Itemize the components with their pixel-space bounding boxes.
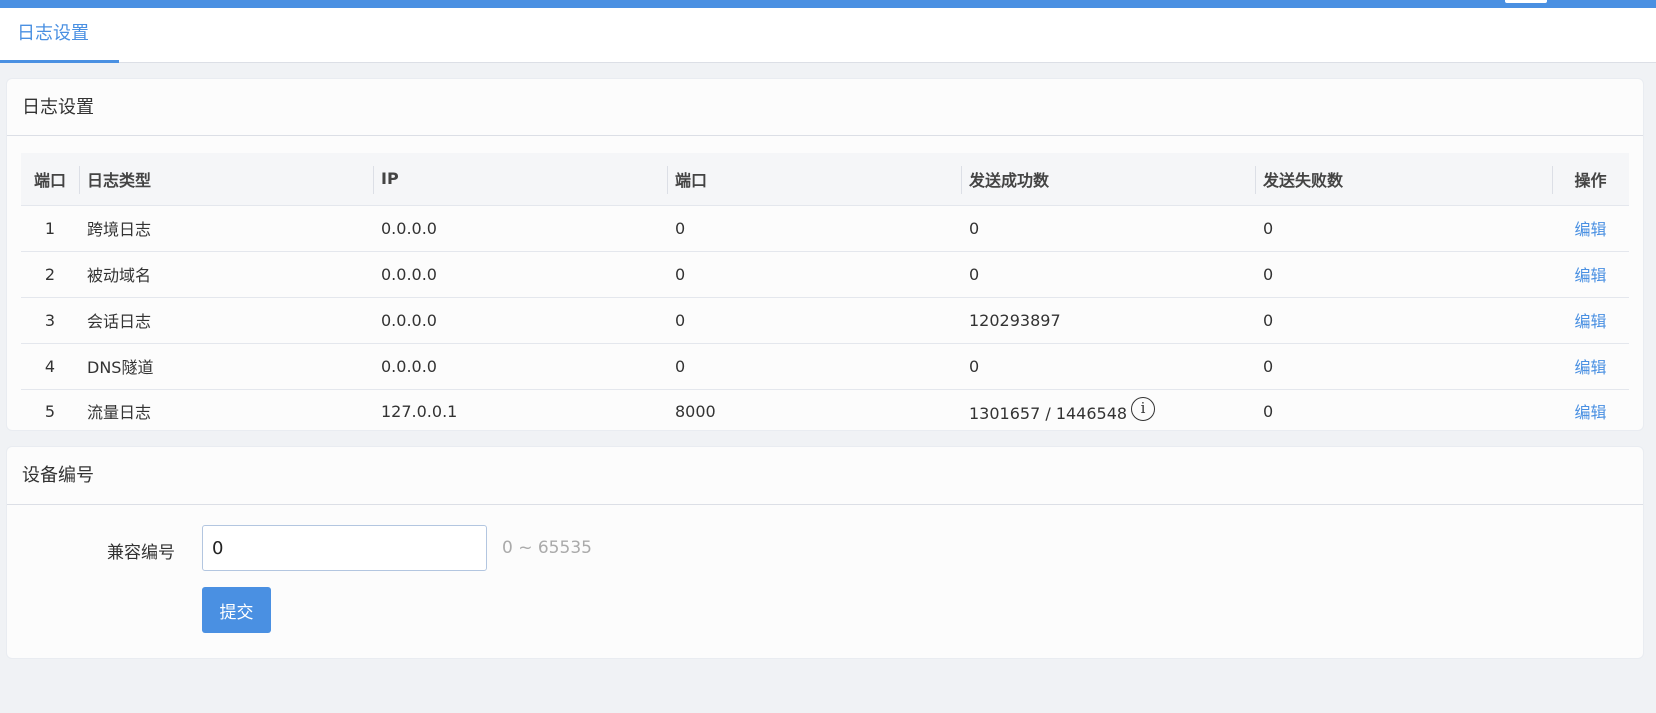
row-log-type: 被动域名 bbox=[79, 250, 373, 297]
log-settings-card: 日志设置 端口 日志类型 IP 端口 发送成功数 发送失败数 操作 1 跨境日志… bbox=[6, 78, 1644, 433]
row-failure-count: 0 bbox=[1255, 204, 1552, 251]
row-success-count-cell: 1301657 / 1446548 i bbox=[961, 388, 1255, 433]
edit-link[interactable]: 编辑 bbox=[1574, 266, 1606, 285]
compat-number-hint: 0 ~ 65535 bbox=[502, 538, 592, 558]
row-index: 3 bbox=[21, 296, 79, 343]
row-failure-count: 0 bbox=[1255, 250, 1552, 297]
device-number-title: 设备编号 bbox=[7, 447, 1643, 505]
submit-button[interactable]: 提交 bbox=[202, 587, 271, 633]
row-port: 0 bbox=[667, 296, 961, 343]
row-failure-count: 0 bbox=[1255, 296, 1552, 343]
row-ip: 127.0.0.1 bbox=[373, 388, 667, 433]
column-header-ip: IP bbox=[373, 153, 667, 205]
column-header-failure-count: 发送失败数 bbox=[1255, 153, 1552, 205]
row-log-type: 流量日志 bbox=[79, 388, 373, 433]
row-port: 8000 bbox=[667, 388, 961, 433]
table-header-row: 端口 日志类型 IP 端口 发送成功数 发送失败数 操作 bbox=[21, 153, 1629, 205]
row-ip: 0.0.0.0 bbox=[373, 296, 667, 343]
row-port: 0 bbox=[667, 250, 961, 297]
row-index: 2 bbox=[21, 250, 79, 297]
edit-link[interactable]: 编辑 bbox=[1574, 312, 1606, 331]
row-success-count: 0 bbox=[961, 250, 1255, 297]
row-success-count: 0 bbox=[961, 204, 1255, 251]
row-ip: 0.0.0.0 bbox=[373, 250, 667, 297]
row-success-count: 0 bbox=[961, 342, 1255, 389]
tab-bar: 日志设置 bbox=[0, 8, 1656, 63]
row-ip: 0.0.0.0 bbox=[373, 342, 667, 389]
table-row: 3 会话日志 0.0.0.0 0 120293897 0 编辑 bbox=[21, 296, 1629, 343]
table-row: 2 被动域名 0.0.0.0 0 0 0 编辑 bbox=[21, 250, 1629, 297]
compat-number-input[interactable] bbox=[202, 525, 487, 571]
column-header-actions: 操作 bbox=[1552, 153, 1629, 205]
column-header-port: 端口 bbox=[667, 153, 961, 205]
row-log-type: DNS隧道 bbox=[79, 342, 373, 389]
row-index: 4 bbox=[21, 342, 79, 389]
top-bar-handle bbox=[1505, 0, 1547, 3]
row-success-count: 120293897 bbox=[961, 296, 1255, 343]
row-failure-count: 0 bbox=[1255, 342, 1552, 389]
row-log-type: 会话日志 bbox=[79, 296, 373, 343]
row-index: 1 bbox=[21, 204, 79, 251]
row-ip: 0.0.0.0 bbox=[373, 204, 667, 251]
row-port: 0 bbox=[667, 204, 961, 251]
edit-link[interactable]: 编辑 bbox=[1574, 220, 1606, 239]
top-accent-bar bbox=[0, 0, 1656, 8]
table-row: 5 流量日志 127.0.0.1 8000 1301657 / 1446548 i… bbox=[21, 388, 1629, 433]
row-log-type: 跨境日志 bbox=[79, 204, 373, 251]
row-port: 0 bbox=[667, 342, 961, 389]
edit-link[interactable]: 编辑 bbox=[1574, 358, 1606, 377]
table-row: 4 DNS隧道 0.0.0.0 0 0 0 编辑 bbox=[21, 342, 1629, 389]
table-row: 1 跨境日志 0.0.0.0 0 0 0 编辑 bbox=[21, 204, 1629, 251]
column-header-log-type: 日志类型 bbox=[79, 153, 373, 205]
tab-log-settings[interactable]: 日志设置 bbox=[0, 8, 119, 63]
log-table: 端口 日志类型 IP 端口 发送成功数 发送失败数 操作 1 跨境日志 0.0.… bbox=[21, 153, 1629, 433]
info-icon[interactable]: i bbox=[1131, 397, 1156, 422]
device-number-card: 设备编号 兼容编号 0 ~ 65535 提交 bbox=[6, 446, 1644, 659]
compat-number-row: 兼容编号 0 ~ 65535 bbox=[7, 525, 1643, 571]
column-header-success-count: 发送成功数 bbox=[961, 153, 1255, 205]
edit-link[interactable]: 编辑 bbox=[1574, 403, 1606, 422]
compat-number-label: 兼容编号 bbox=[107, 543, 175, 563]
row-failure-count: 0 bbox=[1255, 388, 1552, 433]
row-success-count: 1301657 / 1446548 bbox=[969, 403, 1128, 423]
column-header-index: 端口 bbox=[21, 153, 79, 205]
row-index: 5 bbox=[21, 388, 79, 433]
log-settings-title: 日志设置 bbox=[7, 79, 1643, 136]
